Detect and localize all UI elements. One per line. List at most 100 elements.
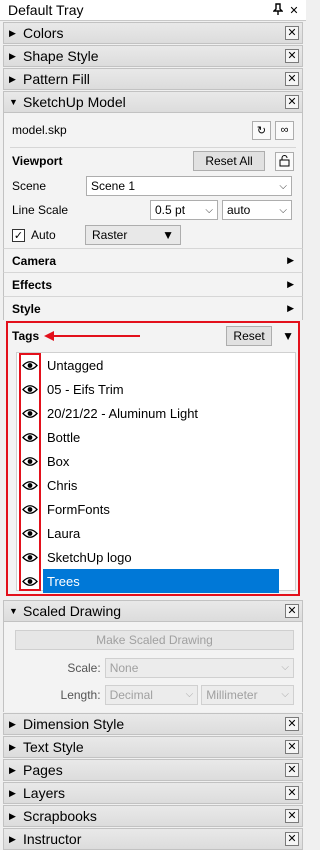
- close-icon[interactable]: ✕: [285, 717, 299, 731]
- style-section[interactable]: Style ▶: [3, 296, 303, 320]
- list-item[interactable]: Bottle: [17, 425, 295, 449]
- panel-text-style[interactable]: ▶ Text Style ✕: [3, 736, 303, 758]
- panel-label: Shape Style: [23, 48, 99, 64]
- close-icon[interactable]: ✕: [285, 740, 299, 754]
- eye-icon[interactable]: [17, 480, 43, 491]
- expand-arrow-icon: ▶: [287, 255, 294, 265]
- collapse-arrow-icon: ▼: [9, 97, 18, 107]
- auto-label: Auto: [31, 228, 56, 242]
- auto-checkbox[interactable]: ✓: [12, 228, 25, 242]
- list-item-selected[interactable]: Trees: [17, 569, 295, 593]
- expand-arrow-icon: ▶: [9, 718, 16, 729]
- chevron-down-icon: ⌵: [281, 689, 289, 700]
- tag-name: Laura: [47, 525, 81, 541]
- eye-icon[interactable]: [17, 576, 43, 587]
- chevron-down-icon: ⌵: [279, 204, 287, 216]
- length-format-select[interactable]: Decimal ⌵: [104, 684, 199, 705]
- close-icon[interactable]: ✕: [285, 809, 299, 823]
- close-icon[interactable]: ✕: [285, 26, 299, 40]
- expand-arrow-icon: ▶: [9, 810, 16, 821]
- list-item[interactable]: Box: [17, 449, 295, 473]
- panel-instructor[interactable]: ▶ Instructor ✕: [3, 828, 303, 850]
- length-unit-select[interactable]: Millimeter ⌵: [201, 684, 294, 705]
- close-icon[interactable]: ✕: [285, 763, 299, 777]
- tag-name: Untagged: [47, 357, 104, 373]
- panel-label: Pattern Fill: [23, 71, 90, 87]
- collapse-arrow-icon: ▼: [9, 606, 18, 616]
- tag-name: 20/21/22 - Aluminum Light: [47, 405, 199, 421]
- lock-icon[interactable]: [275, 151, 294, 171]
- viewport-label: Viewport: [12, 154, 63, 168]
- caret-down-icon: ▼: [162, 228, 174, 242]
- refresh-icon[interactable]: ↻: [252, 120, 271, 140]
- close-icon[interactable]: ✕: [285, 95, 299, 109]
- eye-icon[interactable]: [17, 432, 43, 443]
- eye-icon[interactable]: [17, 360, 43, 371]
- panel-label: Text Style: [23, 739, 84, 755]
- eye-icon[interactable]: [17, 408, 43, 419]
- close-icon[interactable]: ✕: [285, 72, 299, 86]
- tray-title-bar: Default Tray ✕: [0, 0, 306, 21]
- list-item[interactable]: FormFonts: [17, 497, 295, 521]
- make-scaled-drawing-button[interactable]: Make Scaled Drawing: [15, 630, 294, 650]
- scene-label: Scene: [12, 179, 47, 193]
- effects-section[interactable]: Effects ▶: [3, 272, 303, 296]
- effects-label: Effects: [12, 277, 53, 292]
- close-icon[interactable]: ✕: [285, 604, 299, 618]
- scene-value: Scene 1: [91, 179, 136, 193]
- eye-icon[interactable]: [17, 384, 43, 395]
- panel-scrapbooks[interactable]: ▶ Scrapbooks ✕: [3, 805, 303, 827]
- list-item[interactable]: Laura: [17, 521, 295, 545]
- panel-pages[interactable]: ▶ Pages ✕: [3, 759, 303, 781]
- list-item[interactable]: 05 - Eifs Trim: [17, 377, 295, 401]
- expand-arrow-icon: ▶: [9, 27, 16, 38]
- render-mode-select[interactable]: Raster ▼: [85, 225, 181, 245]
- list-item[interactable]: 20/21/22 - Aluminum Light: [17, 401, 295, 425]
- scale-select[interactable]: None ⌵: [104, 657, 294, 678]
- panel-label: Colors: [23, 25, 64, 41]
- panel-label: Instructor: [23, 831, 82, 847]
- panel-layers[interactable]: ▶ Layers ✕: [3, 782, 303, 804]
- eye-icon[interactable]: [17, 504, 43, 515]
- scale-label: Scale:: [67, 660, 101, 675]
- tags-label: Tags: [12, 329, 40, 343]
- list-item[interactable]: Untagged: [17, 353, 295, 377]
- expand-arrow-icon: ▶: [9, 50, 16, 61]
- line-scale-label: Line Scale: [12, 203, 69, 217]
- eye-icon[interactable]: [17, 528, 43, 539]
- camera-section[interactable]: Camera ▶: [3, 248, 303, 272]
- list-item[interactable]: Chris: [17, 473, 295, 497]
- panel-scaled-drawing[interactable]: ▼ Scaled Drawing ✕: [3, 600, 303, 622]
- close-icon[interactable]: ✕: [285, 786, 299, 800]
- tray-title: Default Tray: [8, 2, 84, 18]
- line-scale-select[interactable]: 0.5 pt ⌵: [150, 200, 218, 220]
- close-icon[interactable]: ✕: [285, 49, 299, 63]
- render-mode-value: Raster: [92, 228, 128, 242]
- chevron-down-icon: ⌵: [279, 180, 287, 192]
- tags-menu-caret-icon[interactable]: ▼: [282, 329, 294, 343]
- expand-arrow-icon: ▶: [9, 787, 16, 798]
- scene-select[interactable]: Scene 1 ⌵: [86, 176, 292, 196]
- tray-close-icon[interactable]: ✕: [286, 4, 302, 17]
- line-scale-value: 0.5 pt: [155, 203, 186, 217]
- reset-all-button[interactable]: Reset All: [193, 151, 265, 171]
- eye-icon[interactable]: [17, 456, 43, 467]
- chevron-down-icon: ⌵: [205, 204, 213, 216]
- list-item[interactable]: SketchUp logo: [17, 545, 295, 569]
- panel-colors[interactable]: ▶ Colors ✕: [3, 22, 303, 44]
- panel-sketchup-model[interactable]: ▼ SketchUp Model ✕: [3, 91, 303, 113]
- panel-label: Dimension Style: [23, 716, 125, 732]
- panel-dimension-style[interactable]: ▶ Dimension Style ✕: [3, 713, 303, 735]
- line-scale-mode-select[interactable]: auto ⌵: [222, 200, 292, 220]
- sketchup-model-body: model.skp ↻ ∞ Viewport Reset All Scene S…: [3, 113, 303, 248]
- close-icon[interactable]: ✕: [285, 832, 299, 846]
- tags-reset-button[interactable]: Reset: [226, 326, 273, 346]
- length-label: Length:: [60, 687, 101, 702]
- panel-pattern-fill[interactable]: ▶ Pattern Fill ✕: [3, 68, 303, 90]
- panel-shape-style[interactable]: ▶ Shape Style ✕: [3, 45, 303, 67]
- pin-icon[interactable]: [270, 2, 286, 18]
- eye-icon[interactable]: [17, 552, 43, 563]
- scaled-drawing-body: Make Scaled Drawing Scale: None ⌵ Length…: [3, 622, 303, 712]
- link-icon[interactable]: ∞: [275, 120, 294, 140]
- panel-label: Pages: [23, 762, 63, 778]
